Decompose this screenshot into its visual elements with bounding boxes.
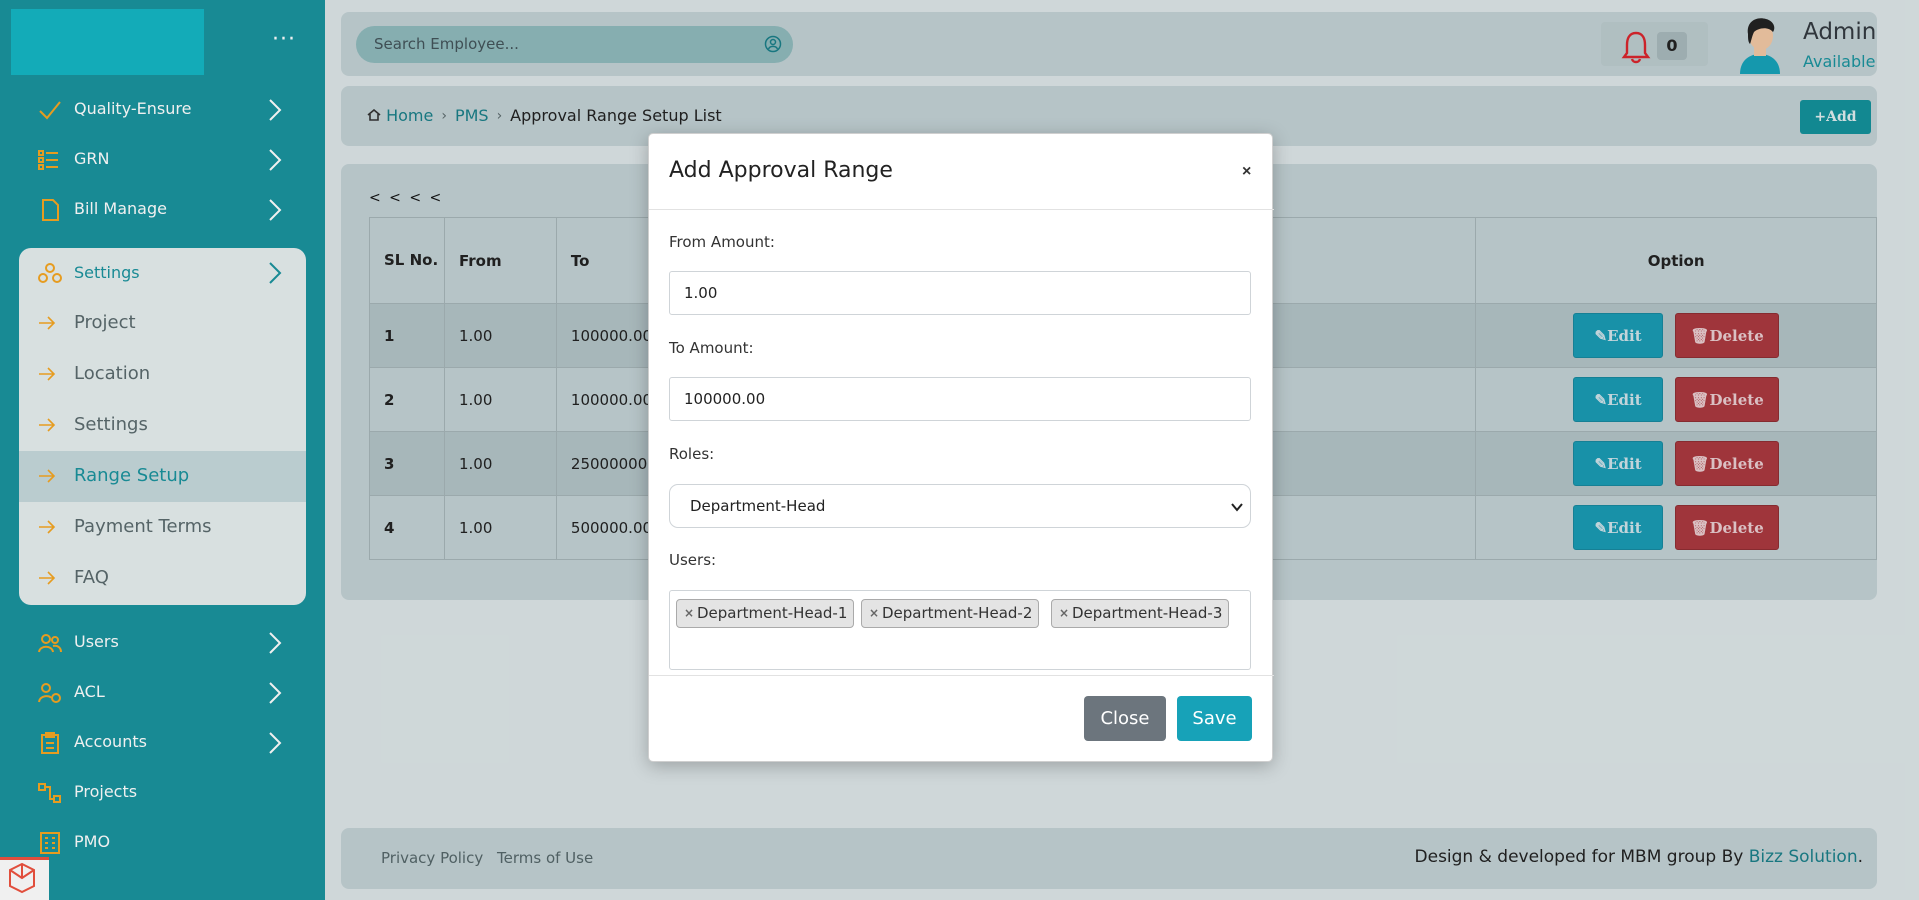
- roles-select[interactable]: Department-Head: [669, 484, 1251, 528]
- to-amount-label: To Amount:: [669, 339, 754, 357]
- from-amount-input[interactable]: [669, 271, 1251, 315]
- users-label: Users:: [669, 551, 717, 569]
- user-tag: × Department-Head-1: [676, 599, 855, 628]
- users-multiselect[interactable]: × Department-Head-1 × Department-Head-2 × D…: [669, 590, 1251, 670]
- roles-label: Roles:: [669, 445, 715, 463]
- user-tag: × Department-Head-3: [1051, 599, 1230, 628]
- tag-remove-icon[interactable]: ×: [869, 600, 879, 627]
- to-amount-input[interactable]: [669, 377, 1251, 421]
- add-approval-range-modal: Add Approval Range × From Amount: To Amo…: [648, 133, 1274, 762]
- chevron-down-icon: [1231, 503, 1243, 512]
- user-tag-label: Department-Head-2: [882, 604, 1033, 622]
- tag-remove-icon[interactable]: ×: [1059, 600, 1069, 627]
- user-tag: × Department-Head-2: [861, 599, 1040, 628]
- modal-close-icon[interactable]: ×: [1242, 163, 1251, 181]
- tag-remove-icon[interactable]: ×: [684, 600, 694, 627]
- modal-title: Add Approval Range: [669, 158, 893, 183]
- roles-selected-value: Department-Head: [690, 497, 826, 515]
- close-button[interactable]: Close: [1084, 696, 1166, 741]
- user-tag-label: Department-Head-3: [1072, 604, 1223, 622]
- save-button[interactable]: Save: [1177, 696, 1252, 741]
- modal-divider: [649, 675, 1274, 676]
- modal-divider: [649, 209, 1274, 210]
- user-tag-label: Department-Head-1: [697, 604, 848, 622]
- from-amount-label: From Amount:: [669, 233, 775, 251]
